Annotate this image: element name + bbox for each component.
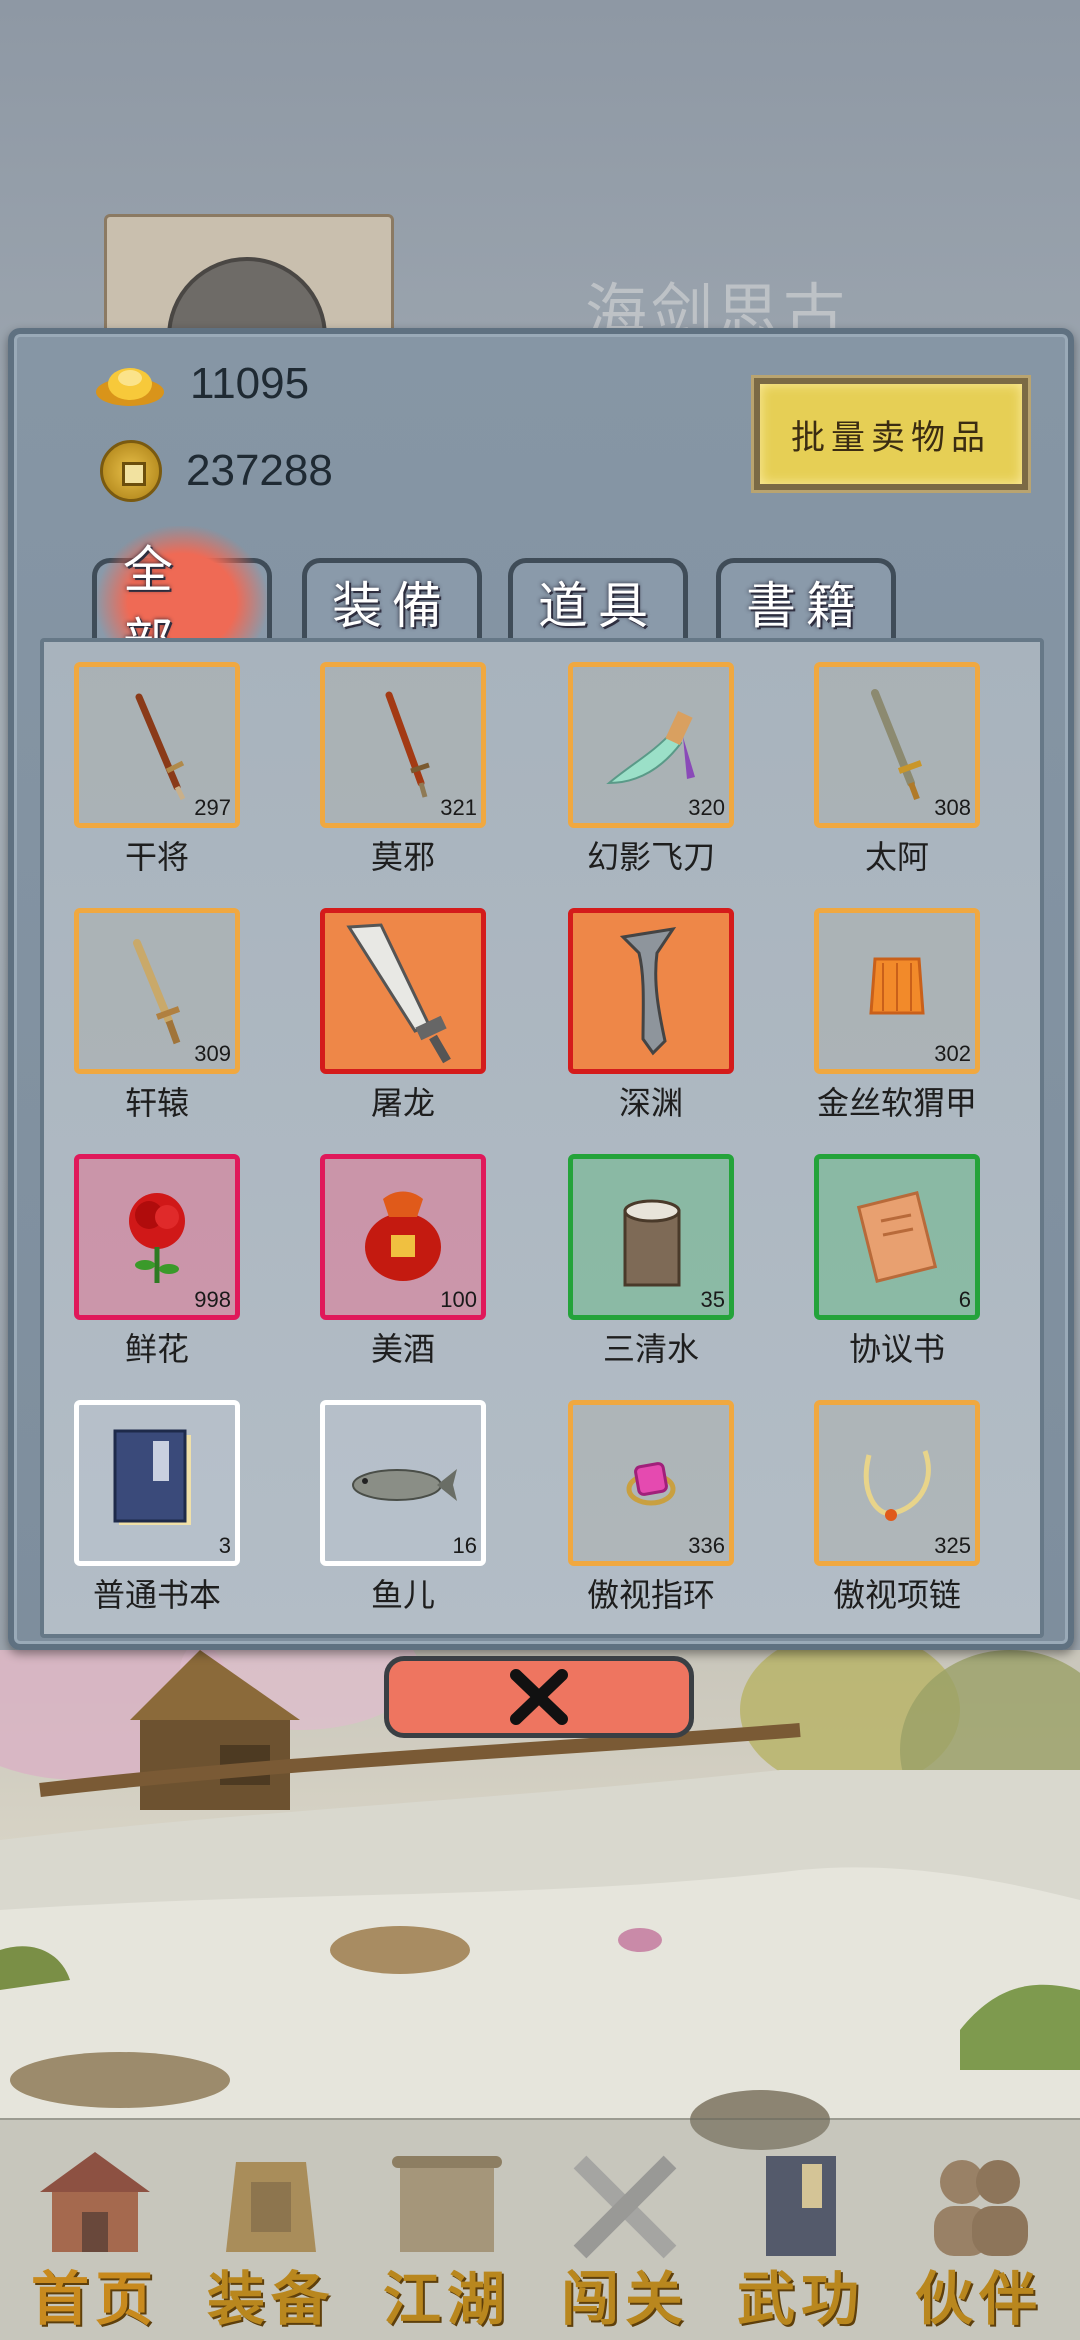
item-cell[interactable]: 297 干将 [44, 642, 244, 882]
item-cell[interactable]: 屠龙 [290, 888, 490, 1128]
close-icon [510, 1669, 568, 1725]
item-name: 鲜花 [124, 1330, 189, 1368]
item-slot[interactable]: 309 [74, 908, 240, 1074]
item-name: 莫邪 [370, 838, 435, 876]
coin-balance: 237288 [94, 440, 333, 502]
copper-coin-icon [100, 440, 162, 502]
item-slot[interactable] [568, 908, 734, 1074]
item-cell[interactable]: 998 鲜花 [44, 1134, 244, 1374]
item-slot[interactable]: 308 [814, 662, 980, 828]
item-slot[interactable]: 325 [814, 1400, 980, 1566]
item-name: 美酒 [370, 1330, 435, 1368]
nav-item-equipment[interactable]: 装备 [186, 2142, 356, 2333]
gold-balance: 11095 [94, 358, 309, 410]
item-name: 轩辕 [124, 1084, 189, 1122]
item-count: 302 [934, 1041, 971, 1066]
item-name: 屠龙 [370, 1084, 435, 1122]
item-count: 16 [452, 1533, 477, 1558]
tab-equipment[interactable]: 装備 [302, 558, 482, 640]
item-cell[interactable]: 302 金丝软猬甲 [784, 888, 984, 1128]
nav-item-martial-arts[interactable]: 武功 [716, 2142, 886, 2333]
broadsword-icon [346, 923, 451, 1064]
item-cell[interactable]: 325 傲视项链 [784, 1380, 984, 1620]
nav-item-challenge[interactable]: 闯关 [540, 2142, 710, 2333]
item-name: 普通书本 [92, 1576, 221, 1614]
item-name: 金丝软猬甲 [816, 1084, 977, 1122]
item-count: 6 [958, 1287, 971, 1312]
coin-amount: 237288 [186, 446, 333, 495]
item-count: 998 [194, 1287, 231, 1312]
item-slot[interactable]: 321 [320, 662, 486, 828]
nav-label: 伙伴 [914, 2265, 1043, 2333]
item-name: 协议书 [848, 1330, 945, 1368]
item-name: 傲视指环 [586, 1576, 715, 1614]
item-slot[interactable]: 35 [568, 1154, 734, 1320]
item-name: 干将 [124, 838, 189, 876]
tab-all[interactable]: 全部 [92, 525, 272, 678]
item-cell[interactable]: 320 幻影飞刀 [538, 642, 738, 882]
book-icon [113, 1429, 191, 1525]
tab-books[interactable]: 書籍 [716, 558, 896, 640]
nav-label: 首页 [30, 2265, 159, 2333]
curved-blade-icon [619, 926, 677, 1056]
item-count: 100 [440, 1287, 477, 1312]
item-name: 幻影飞刀 [586, 838, 715, 876]
item-slot[interactable]: 6 [814, 1154, 980, 1320]
item-name: 三清水 [602, 1330, 699, 1368]
item-cell[interactable]: 3 普通书本 [44, 1380, 244, 1620]
item-name: 太阿 [864, 838, 929, 876]
item-name: 深渊 [618, 1084, 683, 1122]
close-button[interactable] [384, 1656, 694, 1738]
nav-label: 江湖 [382, 2265, 511, 2333]
nav-label: 装备 [206, 2265, 335, 2333]
bulk-sell-button[interactable]: 批量卖物品 [751, 375, 1031, 493]
tab-label: 装備 [332, 576, 452, 635]
item-slot[interactable]: 100 [320, 1154, 486, 1320]
item-cell[interactable]: 308 太阿 [784, 642, 984, 882]
gold-amount: 11095 [190, 359, 310, 408]
item-count: 309 [194, 1041, 231, 1066]
item-count: 320 [688, 795, 725, 820]
item-slot[interactable]: 3 [74, 1400, 240, 1566]
item-slot[interactable]: 16 [320, 1400, 486, 1566]
inventory-modal: 11095 237288 批量卖物品 全部 装備 道具 書籍 [8, 328, 1074, 1650]
item-name: 鱼儿 [370, 1576, 435, 1614]
item-count: 3 [218, 1533, 231, 1558]
bottom-nav: 首页 装备 江湖 闯关 武功 伙伴 [0, 2118, 1080, 2340]
nav-item-companions[interactable]: 伙伴 [894, 2142, 1064, 2333]
item-count: 325 [934, 1533, 971, 1558]
item-slot[interactable]: 302 [814, 908, 980, 1074]
item-count: 35 [700, 1287, 725, 1312]
contract-scroll-icon [856, 1191, 938, 1283]
tab-props[interactable]: 道具 [508, 558, 688, 640]
item-cell[interactable]: 35 三清水 [538, 1134, 738, 1374]
nav-label: 闯关 [560, 2265, 689, 2333]
item-slot[interactable]: 336 [568, 1400, 734, 1566]
nav-item-jianghu[interactable]: 江湖 [362, 2142, 532, 2333]
item-slot[interactable]: 320 [568, 662, 734, 828]
item-cell[interactable]: 321 莫邪 [290, 642, 490, 882]
item-count: 297 [194, 795, 231, 820]
item-name: 傲视项链 [832, 1576, 961, 1614]
item-cell[interactable]: 309 轩辕 [44, 888, 244, 1128]
nav-item-home[interactable]: 首页 [10, 2142, 180, 2333]
item-slot[interactable] [320, 908, 486, 1074]
item-cell[interactable]: 100 美酒 [290, 1134, 490, 1374]
item-cell[interactable]: 16 鱼儿 [290, 1380, 490, 1620]
gold-ingot-icon [96, 368, 164, 406]
tab-label: 書籍 [746, 576, 866, 635]
tab-label: 道具 [538, 576, 658, 635]
item-slot[interactable]: 998 [74, 1154, 240, 1320]
item-count: 321 [440, 795, 477, 820]
item-cell[interactable]: 336 傲视指环 [538, 1380, 738, 1620]
item-count: 308 [934, 795, 971, 820]
item-cell[interactable]: 6 协议书 [784, 1134, 984, 1374]
item-slot[interactable]: 297 [74, 662, 240, 828]
item-cell[interactable]: 深渊 [538, 888, 738, 1128]
item-grid: 297 干将 321 莫邪 320 幻影飞刀 308 太阿 309 轩辕 屠龙 … [40, 638, 1044, 1638]
nav-label: 武功 [736, 2265, 865, 2333]
item-count: 336 [688, 1533, 725, 1558]
